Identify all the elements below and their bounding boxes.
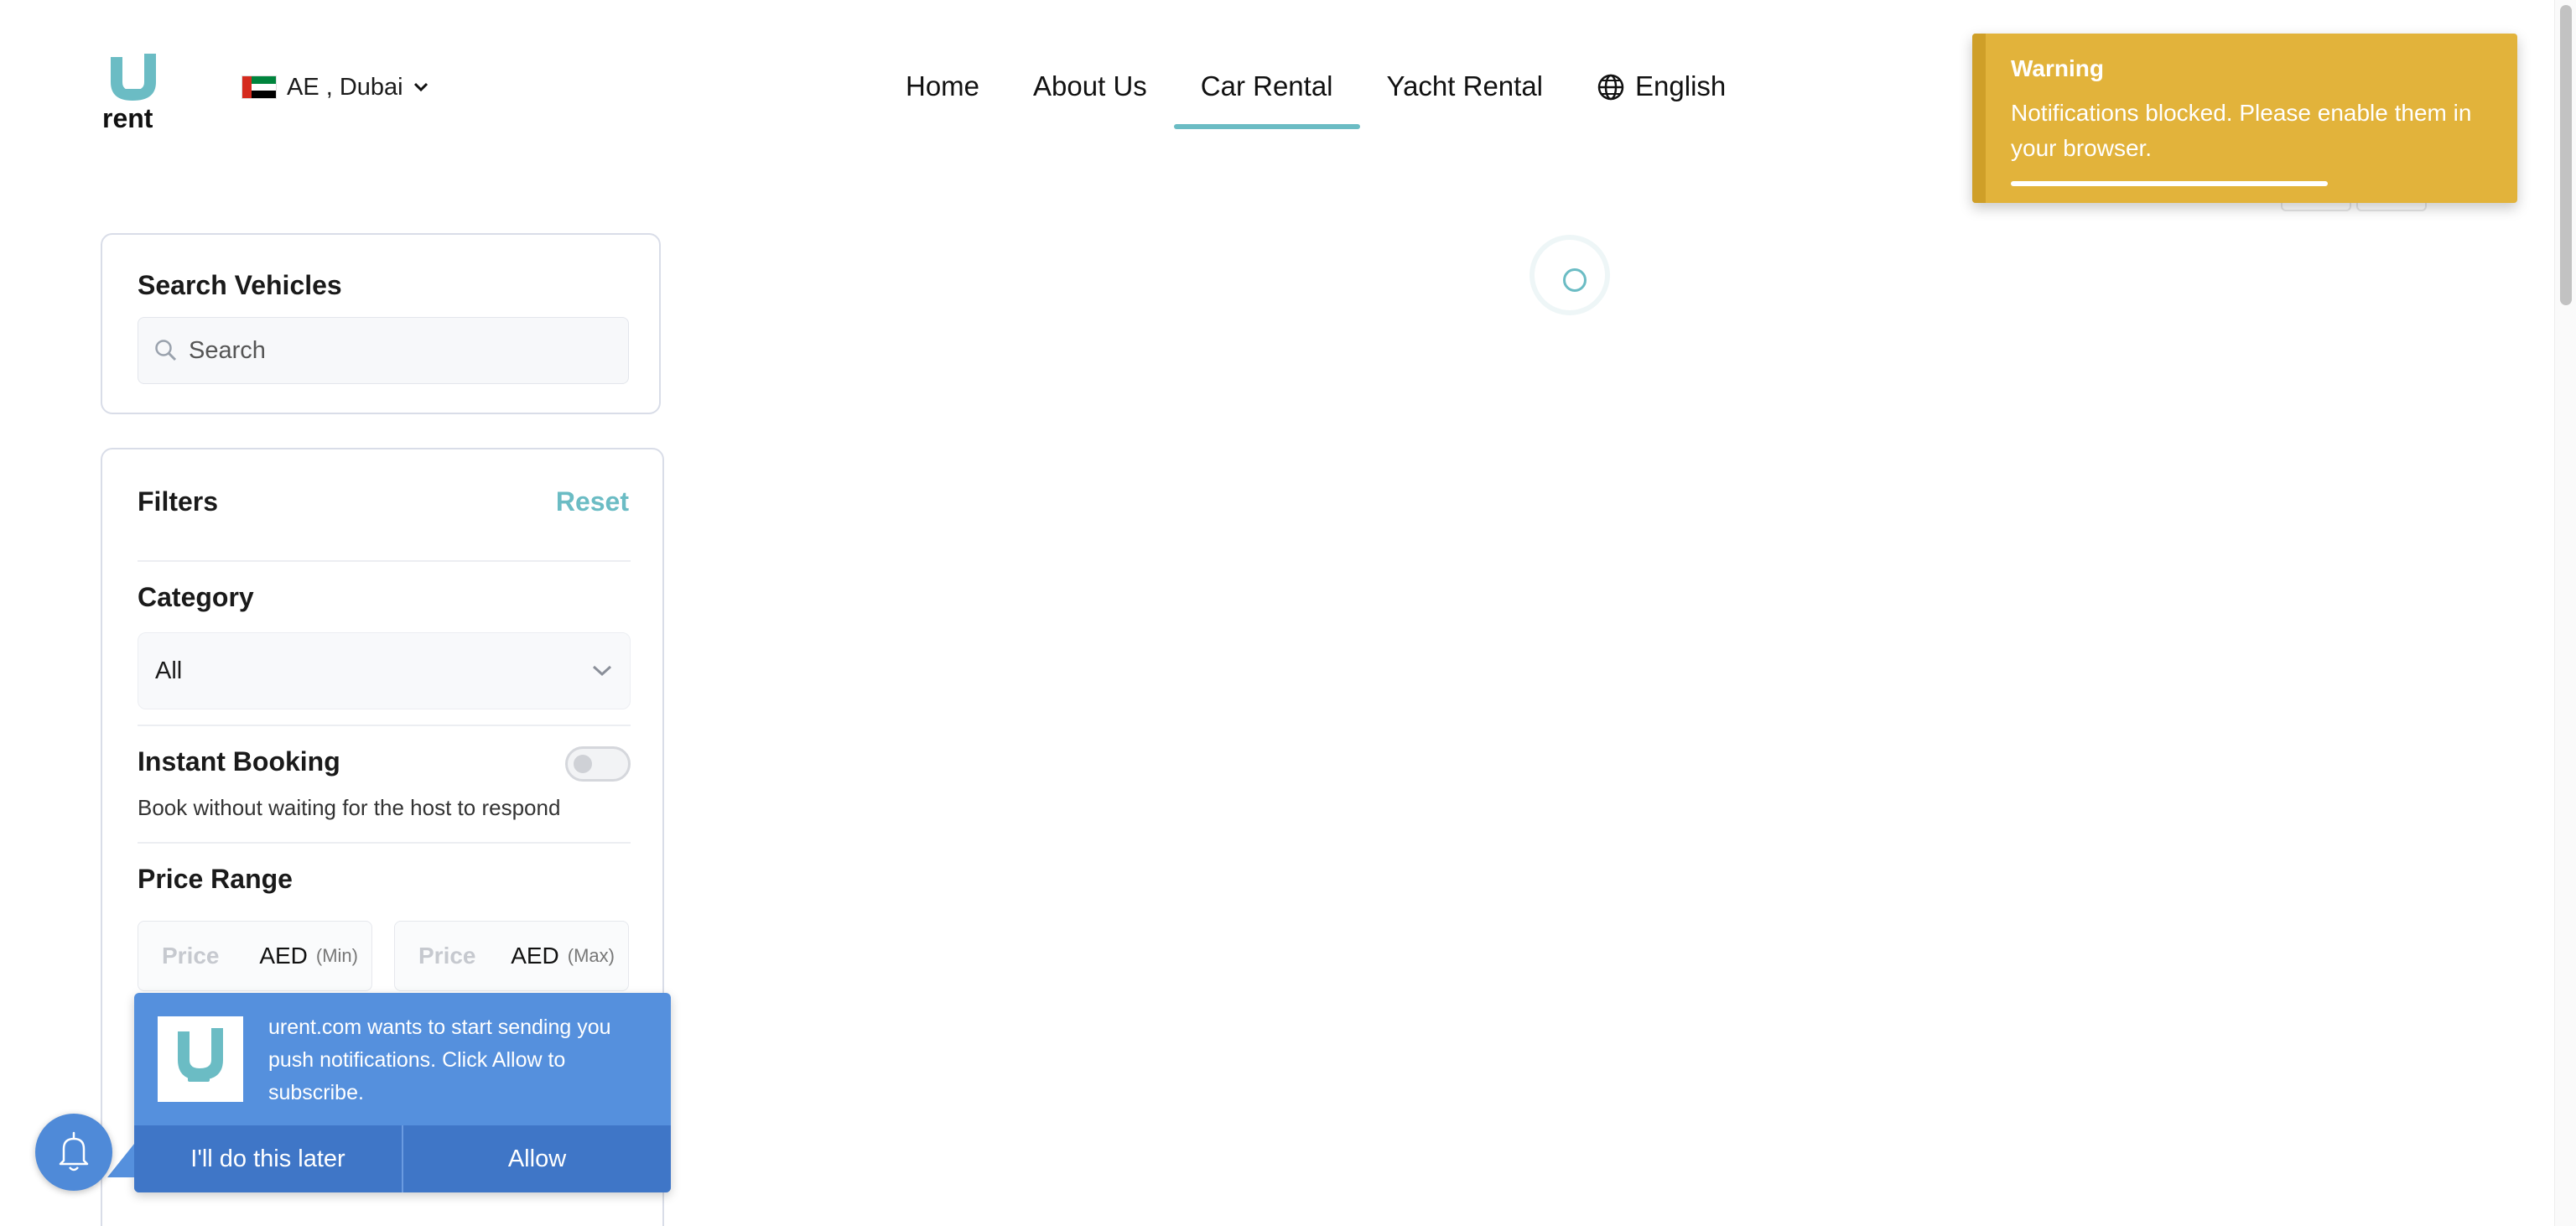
- urent-logo-icon: [158, 1016, 243, 1102]
- price-min-field[interactable]: Price AED (Min): [138, 921, 372, 991]
- category-value: All: [155, 657, 183, 684]
- toast-accent-bar: [1972, 34, 1986, 203]
- language-label: English: [1635, 70, 1727, 101]
- search-box: [138, 317, 629, 384]
- nav-yacht-rental[interactable]: Yacht Rental: [1360, 65, 1571, 129]
- price-max-field[interactable]: Price AED (Max): [394, 921, 629, 991]
- toast-message: Notifications blocked. Please enable the…: [2011, 100, 2472, 161]
- toggle-knob: [574, 755, 592, 773]
- search-title: Search Vehicles: [138, 270, 342, 300]
- price-max-tag: (Max): [567, 945, 615, 966]
- location-selector[interactable]: AE , Dubai: [242, 70, 428, 104]
- divider: [138, 842, 631, 844]
- chevron-down-icon: [413, 82, 428, 92]
- urent-logo[interactable]: rent: [101, 50, 176, 133]
- price-range-title: Price Range: [138, 864, 293, 894]
- instant-booking-title: Instant Booking: [138, 746, 340, 777]
- notification-bell-button[interactable]: [35, 1114, 112, 1191]
- category-select[interactable]: All: [138, 632, 631, 709]
- spinner-dot: [1563, 268, 1587, 292]
- price-max-currency: AED: [511, 943, 559, 969]
- divider: [138, 560, 631, 562]
- push-site-logo: [158, 1016, 243, 1102]
- uae-flag-icon: [242, 75, 277, 99]
- urent-logo-mark: rent: [102, 54, 156, 133]
- scrollbar-thumb[interactable]: [2560, 5, 2572, 305]
- loading-spinner: [1530, 235, 1610, 315]
- later-button[interactable]: I'll do this later: [134, 1125, 402, 1192]
- location-label: AE , Dubai: [287, 73, 403, 101]
- instant-booking-description: Book without waiting for the host to res…: [138, 795, 561, 820]
- price-min-currency: AED: [259, 943, 308, 969]
- push-actions: I'll do this later Allow: [134, 1125, 671, 1192]
- filters-title: Filters: [138, 486, 219, 517]
- toast-progress-bar: [2011, 181, 2328, 186]
- push-message: urent.com wants to start sending you pus…: [268, 1016, 611, 1104]
- price-max-placeholder: Price: [418, 943, 476, 969]
- push-notification-prompt: urent.com wants to start sending you pus…: [107, 993, 671, 1192]
- nav-home[interactable]: Home: [879, 65, 1006, 129]
- search-input[interactable]: [189, 336, 608, 365]
- reset-button[interactable]: Reset: [556, 486, 629, 517]
- instant-booking-toggle[interactable]: [565, 746, 631, 782]
- language-selector[interactable]: English: [1570, 65, 1753, 129]
- warning-toast[interactable]: Warning Notifications blocked. Please en…: [1972, 34, 2517, 203]
- nav-about-us[interactable]: About Us: [1006, 65, 1174, 129]
- main-nav: Home About Us Car Rental Yacht Rental En…: [879, 65, 1753, 129]
- divider: [138, 725, 631, 726]
- price-min-tag: (Min): [315, 945, 358, 966]
- nav-car-rental[interactable]: Car Rental: [1173, 65, 1360, 129]
- globe-icon: [1597, 74, 1624, 101]
- category-title: Category: [138, 582, 254, 612]
- page-scrollbar[interactable]: [2554, 0, 2576, 1226]
- logo-text: rent: [102, 103, 153, 130]
- toast-title: Warning: [2011, 55, 2104, 81]
- chevron-down-icon: [592, 665, 612, 677]
- allow-button[interactable]: Allow: [403, 1125, 671, 1192]
- search-card: Search Vehicles: [101, 233, 661, 414]
- price-min-placeholder: Price: [162, 943, 220, 969]
- search-icon: [155, 340, 177, 361]
- bell-icon: [59, 1131, 89, 1171]
